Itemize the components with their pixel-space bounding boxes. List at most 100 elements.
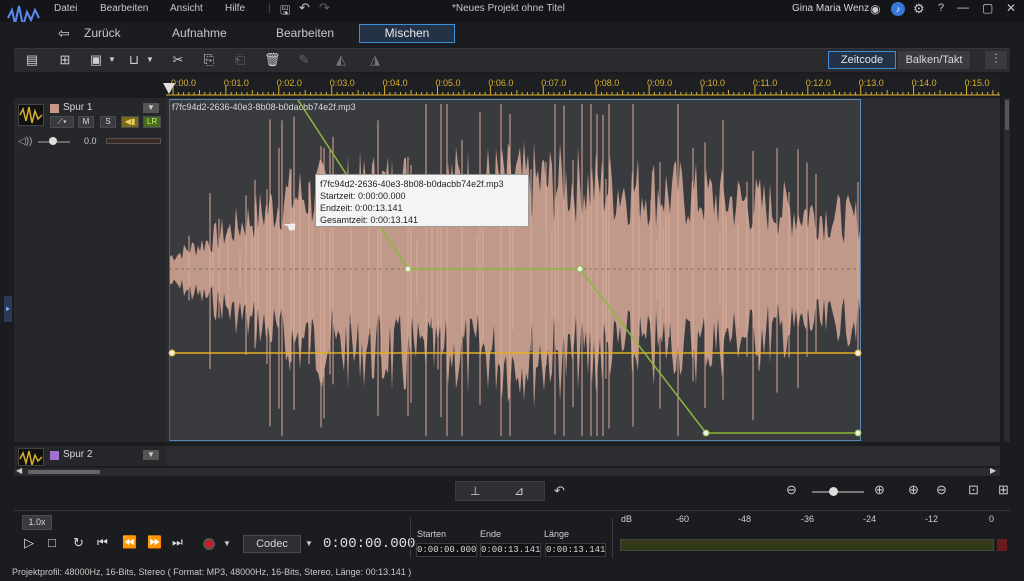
- user-name[interactable]: Gina Maria Wenz: [792, 3, 869, 14]
- panel-expand-icon[interactable]: ▸: [4, 296, 12, 322]
- play-icon[interactable]: ▷: [24, 535, 34, 551]
- export-icon[interactable]: ⊔: [126, 52, 142, 68]
- fade-out-icon[interactable]: ◮: [367, 52, 383, 68]
- track-1-menu-dropdown-icon[interactable]: ▼: [143, 103, 159, 113]
- stop-icon[interactable]: □: [48, 535, 56, 550]
- meter-label-60: -60: [676, 514, 690, 524]
- record-button[interactable]: [203, 538, 215, 550]
- add-track-icon[interactable]: ⊞: [57, 52, 73, 68]
- ruler-tick-label: 0:07.0: [541, 78, 567, 88]
- redo-icon[interactable]: ↷: [319, 0, 330, 16]
- track-1-mute-button[interactable]: M: [78, 116, 94, 128]
- undo-snap-icon[interactable]: ↶: [554, 483, 565, 499]
- track-1-name[interactable]: Spur 1: [63, 102, 92, 113]
- ruler-tick-label: 0:06.0: [488, 78, 514, 88]
- vertical-scrollbar[interactable]: [1004, 98, 1010, 442]
- back-arrow-icon[interactable]: ⇦: [58, 25, 70, 42]
- playhead-marker-icon[interactable]: [162, 82, 176, 96]
- zoom-slider-knob[interactable]: [829, 487, 838, 496]
- time-display: 0:00:00.000: [323, 536, 416, 552]
- ruler-tick-label: 0:14.0: [911, 78, 937, 88]
- track-1-color-swatch[interactable]: [50, 104, 59, 113]
- save-icon[interactable]: 🖫: [280, 1, 290, 22]
- horizontal-scrollbar[interactable]: ◀ ▶: [14, 466, 1000, 476]
- meter-label-24: -24: [863, 514, 877, 524]
- end-time-field[interactable]: 0:00:13.141: [480, 543, 541, 557]
- loop-icon[interactable]: ↻: [73, 535, 84, 551]
- divider: [410, 518, 411, 558]
- fit-to-window-icon[interactable]: ⊡: [968, 482, 979, 498]
- fast-forward-icon[interactable]: ⏩: [147, 535, 162, 549]
- meter-label-db: dB: [621, 514, 633, 524]
- track-1-solo-button[interactable]: S: [100, 116, 116, 128]
- track-1-waveform-icon: [18, 104, 44, 126]
- bars-beats-toggle[interactable]: Balken/Takt: [898, 51, 970, 69]
- fade-in-icon[interactable]: ◭: [333, 52, 349, 68]
- codec-button[interactable]: Codec: [243, 535, 301, 553]
- account-icon[interactable]: ◉: [870, 2, 880, 16]
- export-dropdown-icon[interactable]: ▼: [142, 52, 158, 68]
- envelope-point-3: [702, 429, 710, 437]
- tab-edit[interactable]: Bearbeiten: [276, 26, 334, 40]
- help-icon[interactable]: ?: [938, 2, 944, 14]
- track-1-lr-button[interactable]: LR: [143, 116, 161, 128]
- nav-bar: [0, 22, 1024, 46]
- meter-label-12: -12: [925, 514, 939, 524]
- track-1-header: Spur 1 ▼ ⟋▾ M S ◀▮ LR ◁)) 0.0: [14, 98, 166, 442]
- edit-pen-icon[interactable]: ✎: [296, 52, 312, 68]
- delete-icon[interactable]: 🗑: [264, 52, 281, 68]
- back-button[interactable]: Zurück: [84, 26, 121, 40]
- envelope-overlay[interactable]: [166, 98, 866, 442]
- tab-mix[interactable]: Mischen: [359, 24, 455, 43]
- record-dropdown-icon[interactable]: ▼: [223, 539, 231, 548]
- codec-dropdown-icon[interactable]: ▼: [305, 539, 313, 548]
- menu-view[interactable]: Ansicht: [170, 3, 203, 14]
- zoom-slider[interactable]: [812, 491, 864, 493]
- minimize-icon[interactable]: —: [957, 0, 969, 14]
- import-icon[interactable]: ▣: [88, 52, 104, 68]
- undo-icon[interactable]: ↶: [299, 0, 310, 16]
- close-icon[interactable]: ✕: [1006, 1, 1016, 15]
- track-1-volume-knob[interactable]: [49, 137, 57, 145]
- zoom-vertical-out-icon[interactable]: ⊖: [936, 482, 947, 498]
- tab-record[interactable]: Aufnahme: [172, 26, 227, 40]
- import-dropdown-icon[interactable]: ▼: [104, 52, 120, 68]
- notification-icon[interactable]: ♪: [891, 2, 905, 16]
- track-2-name[interactable]: Spur 2: [63, 449, 92, 460]
- ruler-tick-label: 0:15.0: [964, 78, 990, 88]
- mixer-sliders-icon[interactable]: ⫶: [985, 51, 1007, 69]
- menu-file[interactable]: Datei: [54, 3, 77, 14]
- settings-gear-icon[interactable]: ⚙: [913, 1, 925, 17]
- track-2-color-swatch[interactable]: [50, 451, 59, 460]
- track-1-speaker-icon[interactable]: ◀▮: [121, 116, 139, 128]
- playback-speed-button[interactable]: 1.0x: [22, 515, 52, 530]
- zoom-in-icon[interactable]: ⊕: [874, 482, 885, 498]
- length-time-field[interactable]: 0:00:13.141: [545, 543, 606, 557]
- maximize-icon[interactable]: ▢: [982, 1, 993, 15]
- start-label: Starten: [417, 529, 447, 539]
- clip-info-tooltip: f7fc94d2-2636-40e3-8b08-b0dacbb74e2f.mp3…: [315, 174, 529, 227]
- track-1-automation-button[interactable]: ⟋▾: [50, 116, 74, 128]
- zoom-selection-icon[interactable]: ⊞: [998, 482, 1009, 498]
- copy-icon[interactable]: ⎘: [201, 52, 217, 68]
- track-2-menu-dropdown-icon[interactable]: ▼: [143, 450, 159, 460]
- ruler-tick-label: 0:13.0: [858, 78, 884, 88]
- track-properties-icon[interactable]: ▤: [24, 52, 40, 68]
- cut-icon[interactable]: ✂: [170, 52, 186, 68]
- go-to-start-icon[interactable]: ⏮: [97, 535, 108, 550]
- menu-help[interactable]: Hilfe: [225, 3, 245, 14]
- zoom-out-icon[interactable]: ⊖: [786, 482, 797, 498]
- tooltip-end: Endzeit: 0:00:13.141: [320, 203, 403, 213]
- ruler-tick-label: 0:04.0: [382, 78, 408, 88]
- menu-edit[interactable]: Bearbeiten: [100, 3, 148, 14]
- paste-icon[interactable]: ⎗: [232, 52, 248, 68]
- start-time-field[interactable]: 0:00:00.000: [416, 543, 477, 557]
- rewind-icon[interactable]: ⏪: [122, 535, 137, 549]
- snap-end-icon[interactable]: ⊿: [514, 484, 524, 498]
- go-to-end-icon[interactable]: ⏭: [172, 535, 183, 550]
- track-2-lane[interactable]: [166, 446, 1000, 466]
- tooltip-title: f7fc94d2-2636-40e3-8b08-b0dacbb74e2f.mp3: [320, 179, 504, 189]
- snap-start-icon[interactable]: ⊥: [470, 484, 480, 498]
- zoom-vertical-icon[interactable]: ⊕: [908, 482, 919, 498]
- timecode-toggle[interactable]: Zeitcode: [828, 51, 896, 69]
